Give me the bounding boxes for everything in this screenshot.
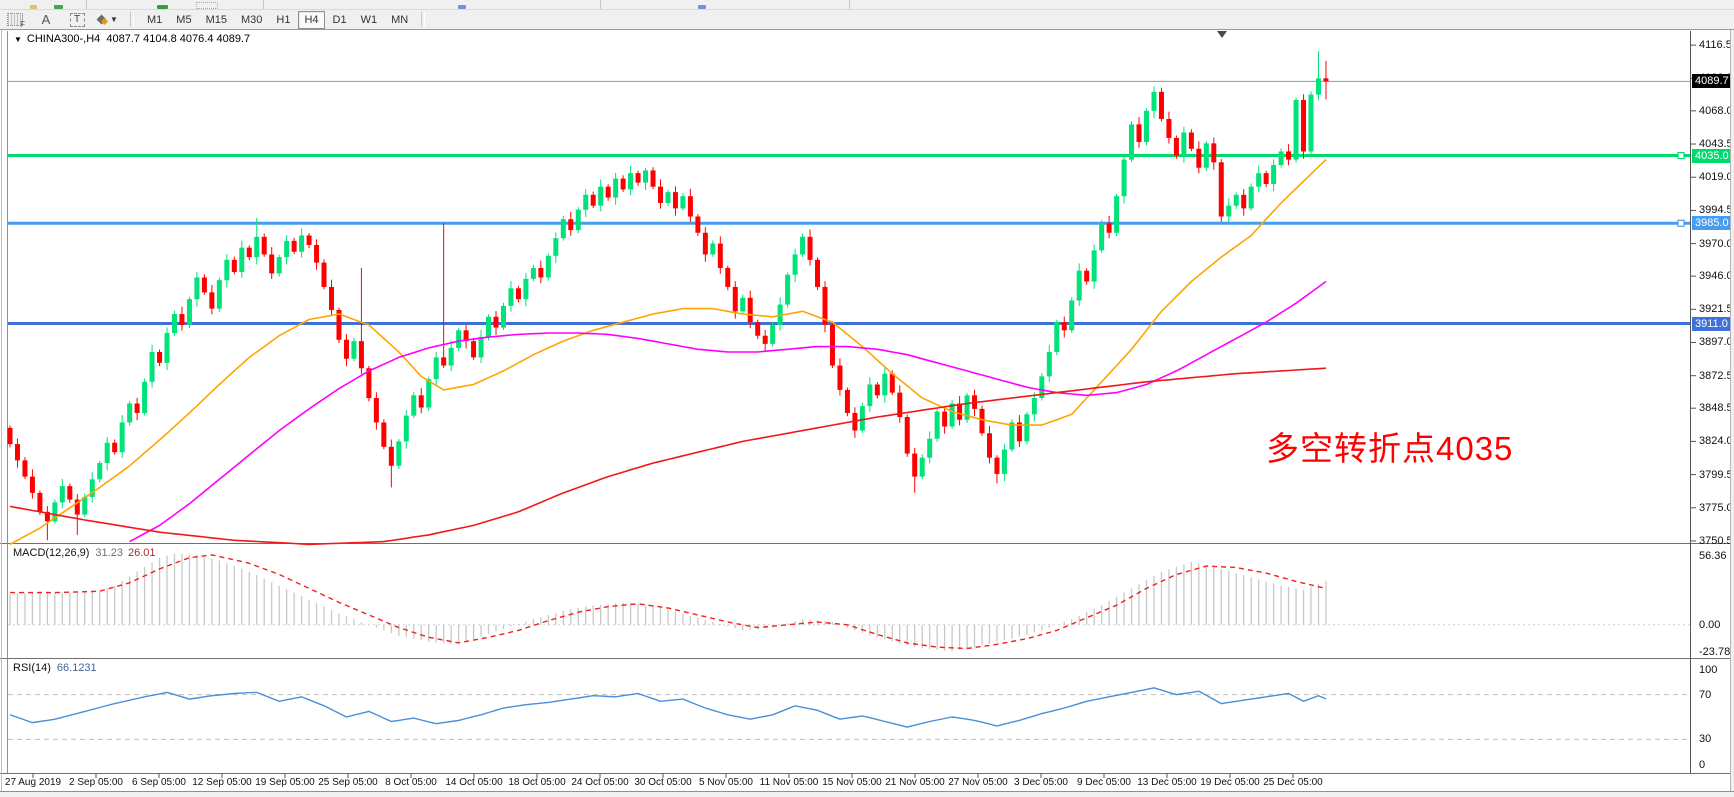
rsi-axis-label: 30: [1699, 733, 1711, 745]
cropped-button-icon: [157, 5, 168, 9]
date-axis-label: 25 Dec 05:00: [1263, 777, 1323, 788]
price-tick-label: 3750.5: [1699, 535, 1733, 547]
timeframe-button-m15[interactable]: M15: [200, 11, 233, 29]
date-axis-label: 11 Nov 05:00: [760, 777, 819, 788]
macd-axis-label: 56.36: [1699, 550, 1727, 562]
date-axis-label: 6 Sep 05:00: [132, 777, 186, 788]
price-tick-label: 3799.5: [1699, 469, 1733, 481]
diamond-icon-small: [101, 18, 108, 25]
date-axis-label: 19 Dec 05:00: [1200, 777, 1260, 788]
macd-axis-label: -23.78: [1699, 646, 1730, 658]
macd-axis-label: 0.00: [1699, 619, 1720, 631]
price-tick-label: 3848.5: [1699, 402, 1733, 414]
crosshair-grid-tool-button[interactable]: F: [4, 11, 26, 28]
date-axis-label: 27 Aug 2019: [5, 777, 61, 788]
price-badge-3985.0: 3985.0: [1692, 216, 1734, 230]
arrows-shapes-tool-button[interactable]: ▼: [97, 11, 119, 28]
date-axis-label: 24 Oct 05:00: [571, 777, 628, 788]
symbol-name: CHINA300-,H4: [27, 33, 100, 45]
price-tick-label: 3970.0: [1699, 238, 1733, 250]
cropped-toolbar-row: [0, 0, 1734, 10]
date-axis-label: 19 Sep 05:00: [255, 777, 315, 788]
date-axis-label: 8 Oct 05:00: [385, 777, 437, 788]
macd-signal-value: 26.01: [128, 547, 156, 559]
date-axis-label: 21 Nov 05:00: [885, 777, 945, 788]
timeframe-button-w1[interactable]: W1: [355, 11, 384, 29]
macd-indicator-label: MACD(12,26,9) 31.23 26.01: [13, 547, 155, 559]
price-tick-label: 4068.0: [1699, 105, 1733, 117]
date-axis-label: 14 Oct 05:00: [445, 777, 502, 788]
timeframe-button-d1[interactable]: D1: [327, 11, 353, 29]
price-tick-label: 3824.0: [1699, 435, 1733, 447]
timeframe-button-h1[interactable]: H1: [270, 11, 296, 29]
timeframe-button-m5[interactable]: M5: [170, 11, 197, 29]
window-bottom-edge: [0, 791, 1734, 797]
window-right-edge: [1730, 29, 1734, 791]
toolbar-separator: [849, 0, 850, 9]
date-axis-label: 25 Sep 05:00: [318, 777, 378, 788]
price-badge-3911.0: 3911.0: [1692, 317, 1734, 331]
date-axis-label: 12 Sep 05:00: [192, 777, 252, 788]
rsi-axis-label: 70: [1699, 689, 1711, 701]
price-tick-label: 3775.0: [1699, 502, 1733, 514]
cropped-button-outline: [196, 2, 218, 9]
date-axis-label: 5 Nov 05:00: [699, 777, 753, 788]
cropped-button-icon: [458, 5, 466, 9]
macd-value: 31.23: [95, 547, 123, 559]
text-tool-button[interactable]: A: [35, 11, 57, 28]
line-studies-and-timeframe-toolbar: F A T ▼ M1M5M15M30H1H4D1W1MN: [0, 10, 1734, 30]
rsi-axis-label: 100: [1699, 664, 1717, 676]
toolbar-separator: [421, 12, 425, 27]
timeframe-button-m30[interactable]: M30: [235, 11, 268, 29]
text-a-icon: A: [42, 12, 51, 27]
symbol-dropdown-icon[interactable]: ▼: [14, 35, 22, 44]
cropped-button-icon: [54, 5, 63, 9]
timeframe-button-mn[interactable]: MN: [385, 11, 414, 29]
text-label-tool-button[interactable]: T: [66, 11, 88, 28]
ohlc-values: 4087.7 4104.8 4076.4 4089.7: [106, 33, 250, 45]
price-tick-label: 4019.0: [1699, 171, 1733, 183]
date-axis-label: 2 Sep 05:00: [69, 777, 123, 788]
toolbar-separator: [263, 0, 264, 9]
date-axis-label: 15 Nov 05:00: [822, 777, 882, 788]
grid-f-letter: F: [20, 20, 25, 29]
timeframe-button-h4[interactable]: H4: [298, 11, 324, 29]
chart-window: [0, 29, 1734, 791]
timeframe-button-m1[interactable]: M1: [141, 11, 168, 29]
price-tick-label: 3921.5: [1699, 303, 1733, 315]
date-axis-label: 27 Nov 05:00: [948, 777, 1008, 788]
macd-name: MACD(12,26,9): [13, 547, 89, 559]
dropdown-caret-icon: ▼: [110, 15, 118, 24]
toolbar-separator: [130, 12, 134, 27]
date-axis-label: 9 Dec 05:00: [1077, 777, 1131, 788]
date-axis-label: 30 Oct 05:00: [634, 777, 691, 788]
price-tick-label: 3872.5: [1699, 370, 1733, 382]
cropped-button-icon: [30, 5, 37, 9]
rsi-name: RSI(14): [13, 662, 51, 674]
cropped-button-icon: [698, 5, 706, 9]
price-tick-label: 3994.5: [1699, 204, 1733, 216]
symbol-ohlc-readout[interactable]: ▼ CHINA300-,H4 4087.7 4104.8 4076.4 4089.…: [14, 33, 250, 45]
date-axis-label: 3 Dec 05:00: [1014, 777, 1068, 788]
date-axis-label: 18 Oct 05:00: [508, 777, 565, 788]
chart-text-annotation[interactable]: 多空转折点4035: [1266, 422, 1513, 470]
toolbar-separator: [86, 0, 87, 9]
toolbar-separator: [600, 0, 601, 9]
rsi-value: 66.1231: [57, 662, 97, 674]
rsi-indicator-label: RSI(14) 66.1231: [13, 662, 97, 674]
label-t-icon: T: [70, 13, 85, 27]
price-tick-label: 3897.0: [1699, 336, 1733, 348]
price-badge-4089.7: 4089.7: [1692, 74, 1734, 88]
timeframe-button-group: M1M5M15M30H1H4D1W1MN: [140, 11, 415, 29]
price-tick-label: 4116.5: [1699, 39, 1732, 51]
rsi-axis-label: 0: [1699, 759, 1705, 771]
date-axis-label: 13 Dec 05:00: [1137, 777, 1197, 788]
price-tick-label: 3946.0: [1699, 270, 1733, 282]
price-badge-4035.0: 4035.0: [1692, 149, 1734, 163]
